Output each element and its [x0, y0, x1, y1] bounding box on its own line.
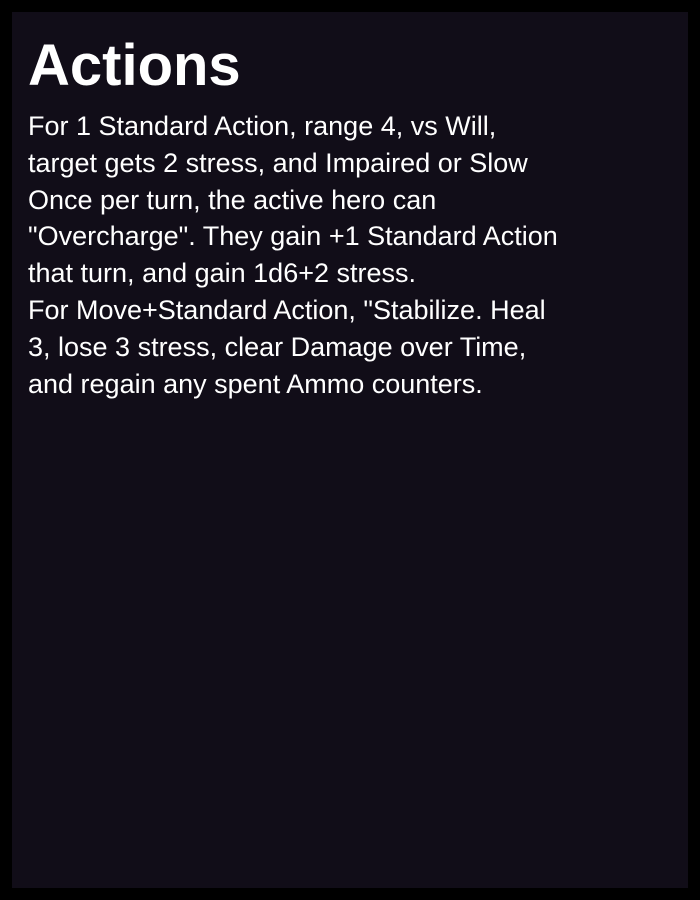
description-line: target gets 2 stress, and Impaired or Sl… [28, 147, 528, 178]
description-line: Once per turn, the active hero can [28, 184, 437, 215]
actions-card: Actions For 1 Standard Action, range 4, … [12, 12, 688, 888]
description-line: and regain any spent Ammo counters. [28, 368, 483, 399]
card-description: For 1 Standard Action, range 4, vs Will,… [28, 108, 664, 402]
card-title: Actions [28, 33, 241, 98]
description-line: that turn, and gain 1d6+2 stress. [28, 258, 417, 289]
description-line: 3, lose 3 stress, clear Damage over Time… [28, 331, 527, 362]
description-line: "Overcharge". They gain +1 Standard Acti… [28, 221, 558, 252]
description-line: For Move+Standard Action, "Stabilize. He… [28, 294, 546, 325]
description-line: For 1 Standard Action, range 4, vs Will, [28, 111, 497, 141]
